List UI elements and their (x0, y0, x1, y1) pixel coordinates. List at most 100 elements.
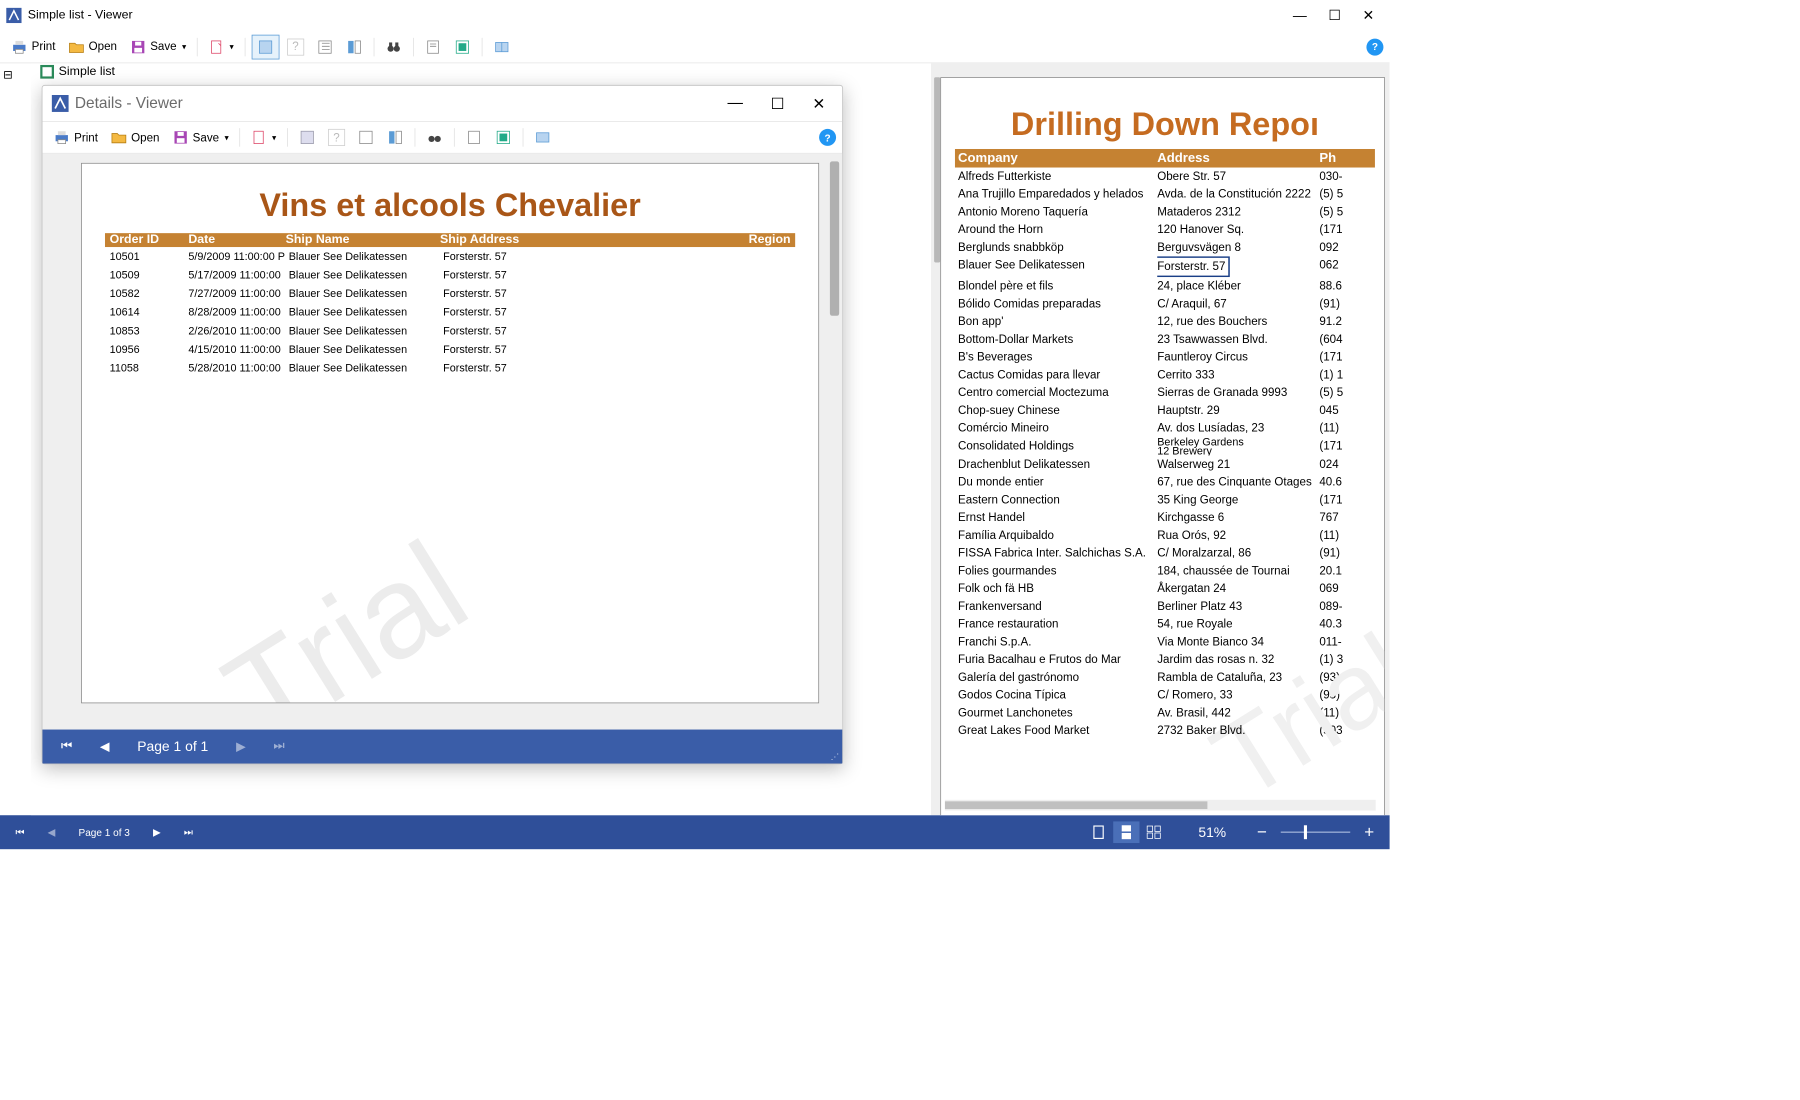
highlighted-cell[interactable]: Forsterstr. 57 (1157, 256, 1230, 277)
open-button[interactable]: Open (63, 35, 121, 58)
next-page-button[interactable]: ▶ (236, 739, 246, 754)
table-row[interactable]: Eastern Connection35 King George(171 (955, 491, 1375, 509)
tree-root[interactable]: Simple list (40, 65, 115, 79)
table-row[interactable]: Família ArquibaldoRua Orós, 92(11) (955, 527, 1375, 545)
inner-toolbar: Print Open Save▾ ▾ ? (42, 121, 842, 153)
close-button[interactable]: ✕ (1363, 7, 1375, 23)
table-row[interactable]: Consolidated HoldingsBerkeley Gardens12 … (955, 437, 1375, 456)
maximize-button[interactable]: ☐ (1328, 7, 1340, 23)
table-row[interactable]: 105015/9/2009 11:00:00 PBlauer See Delik… (105, 247, 795, 266)
bookmarks-button[interactable] (312, 35, 338, 58)
tree-collapse[interactable]: ⊟ (3, 68, 28, 82)
continuous-button[interactable] (1113, 821, 1139, 843)
print-button[interactable]: Print (6, 35, 60, 58)
table-row[interactable]: Folies gourmandes184, chaussée de Tourna… (955, 562, 1375, 580)
help-button[interactable]: ? (1366, 38, 1383, 55)
table-row[interactable]: 105095/17/2009 11:00:00Blauer See Delika… (105, 266, 795, 285)
prev-page-button[interactable]: ◀ (100, 739, 110, 754)
print-button[interactable]: Print (49, 126, 103, 149)
resize-grip[interactable]: ⋰ (831, 752, 839, 762)
inner-pager: ⏮ ◀ Page 1 of 1 ▶ ⏭ ⋰ (42, 730, 842, 764)
thumbnails-button[interactable] (382, 126, 408, 149)
parameters-button[interactable] (252, 34, 280, 59)
table-row[interactable]: Alfreds FutterkisteObere Str. 57030- (955, 168, 1375, 186)
table-row[interactable]: Ernst HandelKirchgasse 6767 (955, 509, 1375, 527)
binoculars-icon (385, 38, 402, 55)
minimize-button[interactable]: — (1293, 7, 1307, 23)
table-row[interactable]: Centro comercial MoctezumaSierras de Gra… (955, 384, 1375, 402)
last-page-button[interactable]: ⏭ (184, 826, 193, 838)
table-row[interactable]: Cactus Comidas para llevarCerrito 333(1)… (955, 366, 1375, 384)
minimize-button[interactable]: — (727, 94, 742, 113)
table-row[interactable]: Berglunds snabbköpBerguvsvägen 8092 (955, 239, 1375, 257)
dot-matrix-button[interactable] (529, 126, 555, 149)
close-button[interactable]: ✕ (812, 94, 825, 113)
table-row[interactable]: Godos Cocina TípicaC/ Romero, 33(95) (955, 686, 1375, 704)
table-row[interactable]: Ana Trujillo Emparedados y heladosAvda. … (955, 185, 1375, 203)
table-row[interactable]: Around the Horn120 Hanover Sq.(171 (955, 221, 1375, 239)
next-page-button[interactable]: ▶ (153, 826, 161, 838)
editor-icon (424, 38, 441, 55)
table-row[interactable]: Blauer See DelikatessenForsterstr. 57062 (955, 256, 1375, 277)
table-row[interactable]: 105827/27/2009 11:00:00Blauer See Delika… (105, 284, 795, 303)
table-row[interactable]: 106148/28/2009 11:00:00Blauer See Delika… (105, 303, 795, 322)
table-row[interactable]: Du monde entier67, rue des Cinquante Ota… (955, 473, 1375, 491)
table-row[interactable]: Furia Bacalhau e Frutos do MarJardim das… (955, 651, 1375, 669)
last-page-button[interactable]: ⏭ (273, 740, 284, 754)
h-scrollbar[interactable] (945, 800, 1376, 811)
parameters-button[interactable] (294, 126, 320, 149)
editor-button[interactable] (420, 35, 446, 58)
zoom-in-button[interactable]: + (1364, 822, 1374, 842)
table-row[interactable]: 108532/26/2010 11:00:00Blauer See Delika… (105, 321, 795, 340)
help-disabled-button[interactable]: ? (323, 126, 349, 149)
main-toolbar: Print Open Save▾ ▾ ? ? (0, 31, 1390, 63)
table-row[interactable]: Bon app'12, rue des Bouchers91.2 (955, 313, 1375, 331)
table-row[interactable]: Great Lakes Food Market2732 Baker Blvd.(… (955, 722, 1375, 740)
save-button[interactable]: Save▾ (167, 126, 233, 149)
save-button[interactable]: Save▾ (125, 35, 191, 58)
table-row[interactable]: FrankenversandBerliner Platz 43089- (955, 598, 1375, 616)
print-icon (11, 38, 28, 55)
table-row[interactable]: Franchi S.p.A.Via Monte Bianco 34011- (955, 633, 1375, 651)
full-screen-button[interactable] (449, 35, 475, 58)
multi-page-button[interactable] (1141, 821, 1167, 843)
table-row[interactable]: 110585/28/2010 11:00:00Blauer See Delika… (105, 358, 795, 377)
report-icon (40, 65, 54, 79)
prev-page-button[interactable]: ◀ (48, 826, 56, 838)
single-page-button[interactable] (1086, 821, 1112, 843)
table-row[interactable]: 109564/15/2010 11:00:00Blauer See Delika… (105, 340, 795, 359)
page-setup-button[interactable]: ▾ (204, 35, 238, 58)
help-disabled-button[interactable]: ? (282, 35, 308, 58)
table-row[interactable]: Folk och fä HBÅkergatan 24069 (955, 580, 1375, 598)
main-titlebar: Simple list - Viewer — ☐ ✕ (0, 0, 1390, 31)
table-row[interactable]: Blondel père et fils24, place Kléber88.6 (955, 277, 1375, 295)
open-button[interactable]: Open (106, 126, 164, 149)
page-label: Page 1 of 1 (137, 738, 208, 754)
zoom-out-button[interactable]: − (1257, 822, 1267, 842)
find-button[interactable] (421, 126, 447, 149)
table-row[interactable]: FISSA Fabrica Inter. Salchichas S.A.C/ M… (955, 544, 1375, 562)
first-page-button[interactable]: ⏮ (15, 826, 24, 838)
bookmarks-button[interactable] (353, 126, 379, 149)
zoom-slider[interactable] (1281, 831, 1350, 833)
page-setup-button[interactable]: ▾ (246, 126, 280, 149)
thumbnails-button[interactable] (341, 35, 367, 58)
table-row[interactable]: Chop-suey ChineseHauptstr. 29045 (955, 401, 1375, 419)
find-button[interactable] (380, 35, 406, 58)
table-row[interactable]: Bólido Comidas preparadasC/ Araquil, 67(… (955, 295, 1375, 313)
table-row[interactable]: B's BeveragesFauntleroy Circus(171 (955, 348, 1375, 366)
editor-button[interactable] (461, 126, 487, 149)
table-row[interactable]: France restauration54, rue Royale40.3 (955, 615, 1375, 633)
table-row[interactable]: Galería del gastrónomoRambla de Cataluña… (955, 669, 1375, 687)
table-row[interactable]: Comércio MineiroAv. dos Lusíadas, 23(11) (955, 419, 1375, 437)
maximize-button[interactable]: ☐ (771, 94, 785, 113)
full-screen-button[interactable] (490, 126, 516, 149)
first-page-button[interactable]: ⏮ (61, 740, 72, 754)
dot-matrix-button[interactable] (489, 35, 515, 58)
table-row[interactable]: Antonio Moreno TaqueríaMataderos 2312(5)… (955, 203, 1375, 221)
table-row[interactable]: Bottom-Dollar Markets23 Tsawwassen Blvd.… (955, 330, 1375, 348)
scrollbar[interactable] (830, 161, 839, 315)
table-row[interactable]: Gourmet LanchonetesAv. Brasil, 442(11) (955, 704, 1375, 722)
help-button[interactable]: ? (819, 129, 836, 146)
table-row[interactable]: Drachenblut DelikatessenWalserweg 21024 (955, 455, 1375, 473)
